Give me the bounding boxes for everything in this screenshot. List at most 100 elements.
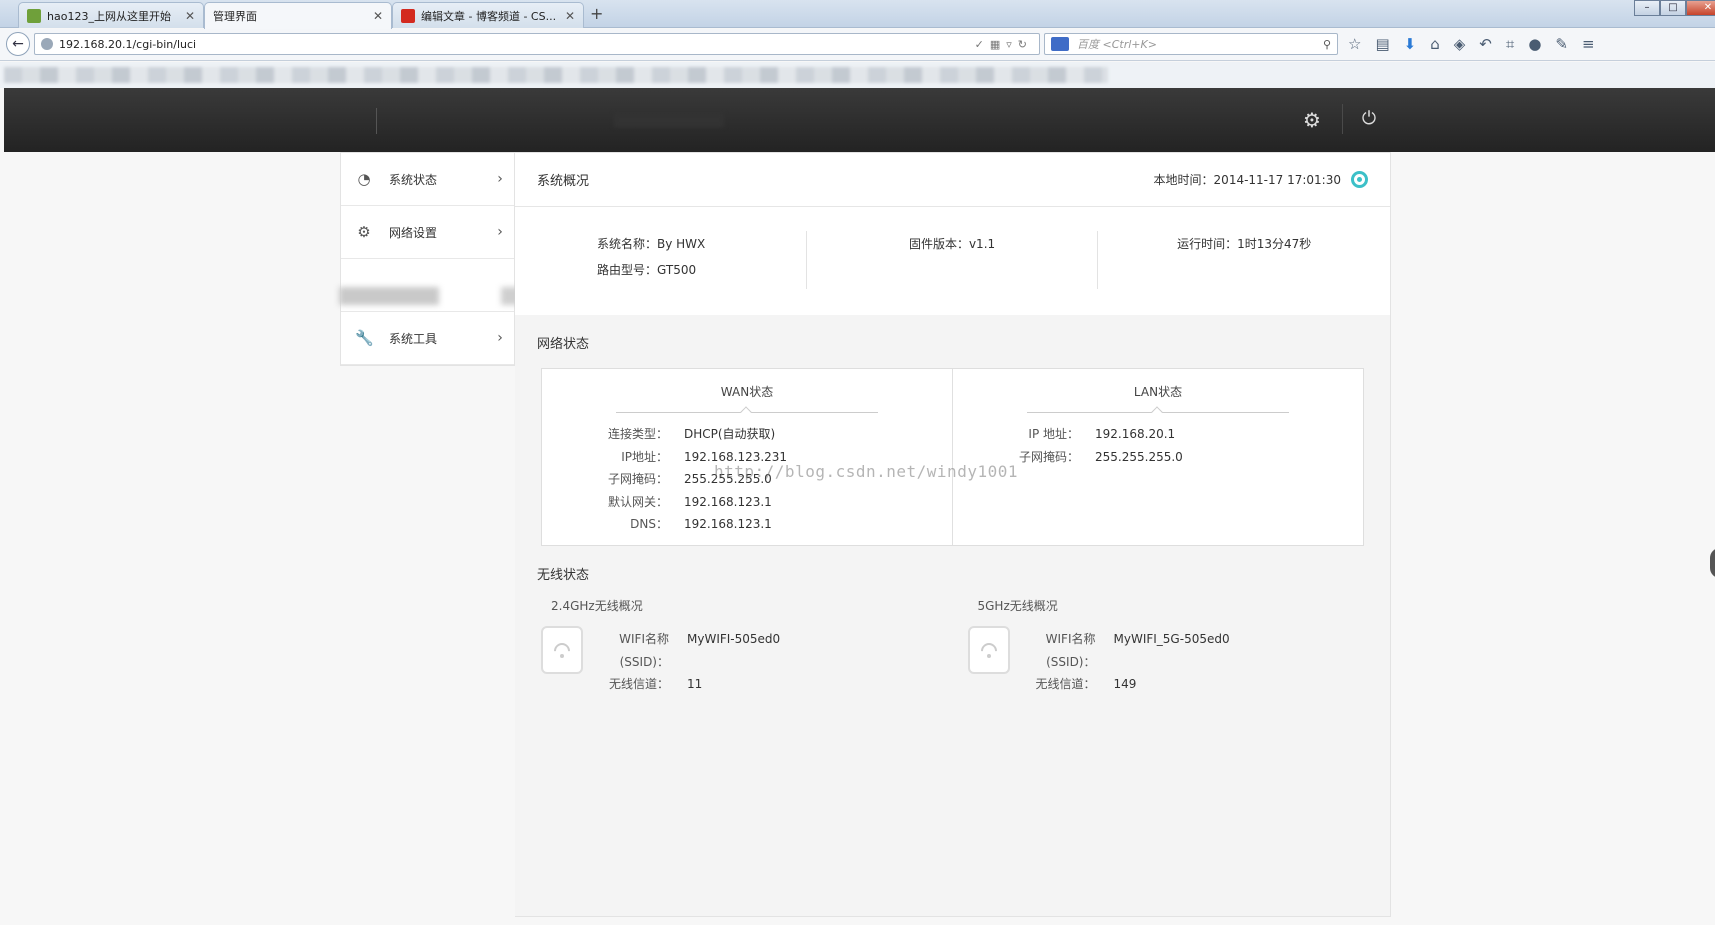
wifi-value: MyWIFI-505ed0: [687, 632, 781, 646]
tab-admin[interactable]: 管理界面 ✕: [204, 2, 392, 29]
crop-icon[interactable]: ⌗: [1506, 35, 1514, 53]
wan-underline: [616, 412, 878, 413]
address-bar-tools-icon[interactable]: ✓▦▿↻: [975, 38, 1033, 51]
address-bar[interactable]: 192.168.20.1/cgi-bin/luci ✓▦▿↻: [34, 33, 1040, 55]
wan-key: IP地址：: [621, 449, 668, 464]
watermark: http://blog.csdn.net/windy1001: [714, 462, 1018, 481]
wireless-status-title: 无线状态: [537, 568, 590, 583]
wifi-key: WIFI名称(SSID)：: [619, 632, 669, 669]
local-time: 本地时间：2014-11-17 17:01:30: [1153, 173, 1341, 187]
tab-csdn[interactable]: 编辑文章 - 博客频道 - CS... ✕: [392, 2, 584, 28]
undo-icon[interactable]: ↶: [1479, 35, 1492, 53]
reading-list-icon[interactable]: ▤: [1375, 35, 1389, 53]
uptime-column: 运行时间：1时13分47秒: [1098, 231, 1390, 289]
chevron-right-icon: ›: [497, 330, 503, 346]
browser-tab-bar: hao123_上网从这里开始 ✕ 管理界面 ✕ 编辑文章 - 博客频道 - CS…: [0, 0, 1715, 29]
home-icon[interactable]: ⌂: [1430, 35, 1440, 53]
close-tab-icon[interactable]: ✕: [565, 9, 575, 23]
wifi-24ghz-title: 2.4GHz无线概况: [551, 599, 643, 613]
lan-value: 255.255.255.0: [1095, 449, 1183, 464]
menu-item-label: 网络设置: [389, 225, 438, 240]
menu-item-system-status[interactable]: ◔ 系统状态 ›: [341, 153, 514, 206]
power-icon[interactable]: ⏻: [1357, 107, 1381, 131]
search-bar[interactable]: 百度 <Ctrl+K> ⚲: [1044, 33, 1338, 55]
lan-key: IP 地址：: [1028, 427, 1079, 441]
main-panel: 系统概况 本地时间：2014-11-17 17:01:30 系统名称：By HW…: [515, 152, 1391, 917]
wan-key: 连接类型：: [607, 427, 668, 441]
menu-item-label: 系统状态: [389, 172, 438, 187]
tab-hao123[interactable]: hao123_上网从这里开始 ✕: [18, 2, 204, 28]
header-divider: [376, 108, 377, 134]
close-window-button[interactable]: ✕: [1686, 0, 1715, 16]
wifi-24ghz: 2.4GHz无线概况 WIFI名称(SSID)： MyWIFI-505ed0 无线…: [537, 597, 964, 696]
firmware-version: 固件版本：v1.1: [908, 237, 996, 251]
menu-item-label: 系统工具: [389, 331, 438, 346]
wan-value: 192.168.123.1: [684, 517, 772, 531]
chevron-right-icon: ›: [497, 224, 503, 240]
lan-underline: [1027, 412, 1289, 413]
wifi-row: 无线信道： 11: [585, 673, 780, 696]
new-tab-button[interactable]: +: [590, 4, 603, 23]
minimize-button[interactable]: –: [1634, 0, 1660, 16]
wan-title: WAN状态: [720, 385, 774, 399]
url-text: 192.168.20.1/cgi-bin/luci: [59, 37, 197, 51]
network-status-title: 网络状态: [537, 337, 590, 352]
tab-title: 编辑文章 - 博客频道 - CS...: [421, 9, 557, 23]
firmware-column: 固件版本：v1.1: [807, 231, 1099, 289]
menu-item-system-tools[interactable]: 🔧 系统工具 ›: [341, 312, 514, 365]
system-identity: 系统名称：By HWX 路由型号：GT500: [515, 231, 807, 289]
wan-row: 默认网关： 192.168.123.1: [542, 491, 952, 514]
wifi-row: WIFI名称(SSID)： MyWIFI_5G-505ed0: [1012, 628, 1230, 673]
bookmark-star-icon[interactable]: ☆: [1348, 35, 1361, 53]
lan-title: LAN状态: [1133, 385, 1183, 399]
menu-icon[interactable]: ≡: [1582, 35, 1595, 53]
system-name: 系统名称：By HWX: [597, 237, 706, 251]
system-info: 系统名称：By HWX 路由型号：GT500 固件版本：v1.1 运行时间：1时…: [515, 207, 1390, 315]
wan-key: DNS：: [630, 517, 668, 531]
wifi-row: 无线信道： 149: [1012, 673, 1230, 696]
hao123-favicon-icon: [27, 8, 41, 23]
refresh-icon[interactable]: [1351, 171, 1368, 188]
addon-icon[interactable]: ◈: [1454, 35, 1466, 53]
search-icon[interactable]: ⚲: [1323, 38, 1331, 51]
search-engine-icon[interactable]: [1051, 37, 1069, 51]
wifi-5ghz-title: 5GHz无线概况: [977, 599, 1058, 613]
browser-toolbar-icons: ☆ ▤ ⬇ ⌂ ◈ ↶ ⌗ ● ✎ ≡: [1348, 35, 1595, 53]
side-menu: ◔ 系统状态 › ⚙ 网络设置 › 🔧 系统工具 ›: [339, 152, 521, 366]
wifi-5ghz-card: WIFI名称(SSID)： MyWIFI_5G-505ed0 无线信道： 149: [964, 626, 1391, 696]
wifi-key: 无线信道：: [1035, 677, 1096, 691]
wan-value: 192.168.123.1: [684, 494, 772, 509]
csdn-favicon-icon: [401, 8, 415, 23]
wan-value: DHCP(自动获取): [684, 427, 776, 441]
globe-icon: [41, 38, 53, 50]
wireless-status: 2.4GHz无线概况 WIFI名称(SSID)： MyWIFI-505ed0 无线…: [515, 583, 1390, 696]
side-widget-handle[interactable]: [1710, 548, 1715, 578]
settings-gear-icon[interactable]: ⚙: [1300, 108, 1324, 132]
tools-icon[interactable]: ✎: [1555, 35, 1568, 53]
overview-header: 系统概况 本地时间：2014-11-17 17:01:30: [515, 153, 1390, 207]
wifi-icon: [967, 626, 1010, 674]
lan-row: IP 地址： 192.168.20.1: [953, 423, 1363, 446]
menu-item-blurred[interactable]: [339, 259, 521, 312]
back-button[interactable]: ←: [6, 32, 30, 56]
wifi-key: WIFI名称(SSID)：: [1045, 632, 1096, 669]
wifi-value: MyWIFI_5G-505ed0: [1113, 632, 1230, 646]
wifi-5ghz: 5GHz无线概况 WIFI名称(SSID)： MyWIFI_5G-505ed0 无…: [964, 597, 1391, 696]
maximize-button[interactable]: □: [1660, 0, 1686, 16]
close-tab-icon[interactable]: ✕: [185, 9, 195, 23]
wifi-value: 11: [687, 677, 703, 691]
uptime: 运行时间：1时13分47秒: [1177, 237, 1312, 251]
chat-icon[interactable]: ●: [1528, 35, 1541, 53]
close-tab-icon[interactable]: ✕: [373, 9, 383, 23]
window-controls: – □ ✕: [1634, 0, 1715, 16]
wan-row: 连接类型： DHCP(自动获取): [542, 423, 952, 446]
gear-icon: ⚙: [357, 223, 371, 241]
download-icon[interactable]: ⬇: [1404, 35, 1417, 53]
overview-title: 系统概况: [537, 174, 590, 189]
router-header: ⚙ ⏻: [4, 88, 1715, 152]
menu-item-network-settings[interactable]: ⚙ 网络设置 ›: [341, 206, 514, 259]
wifi-key: 无线信道：: [608, 677, 669, 691]
wan-key: 默认网关：: [607, 494, 668, 509]
network-status-box: WAN状态 连接类型： DHCP(自动获取) IP地址： 192.168.123.2…: [541, 368, 1364, 546]
wifi-row: WIFI名称(SSID)： MyWIFI-505ed0: [585, 628, 780, 673]
